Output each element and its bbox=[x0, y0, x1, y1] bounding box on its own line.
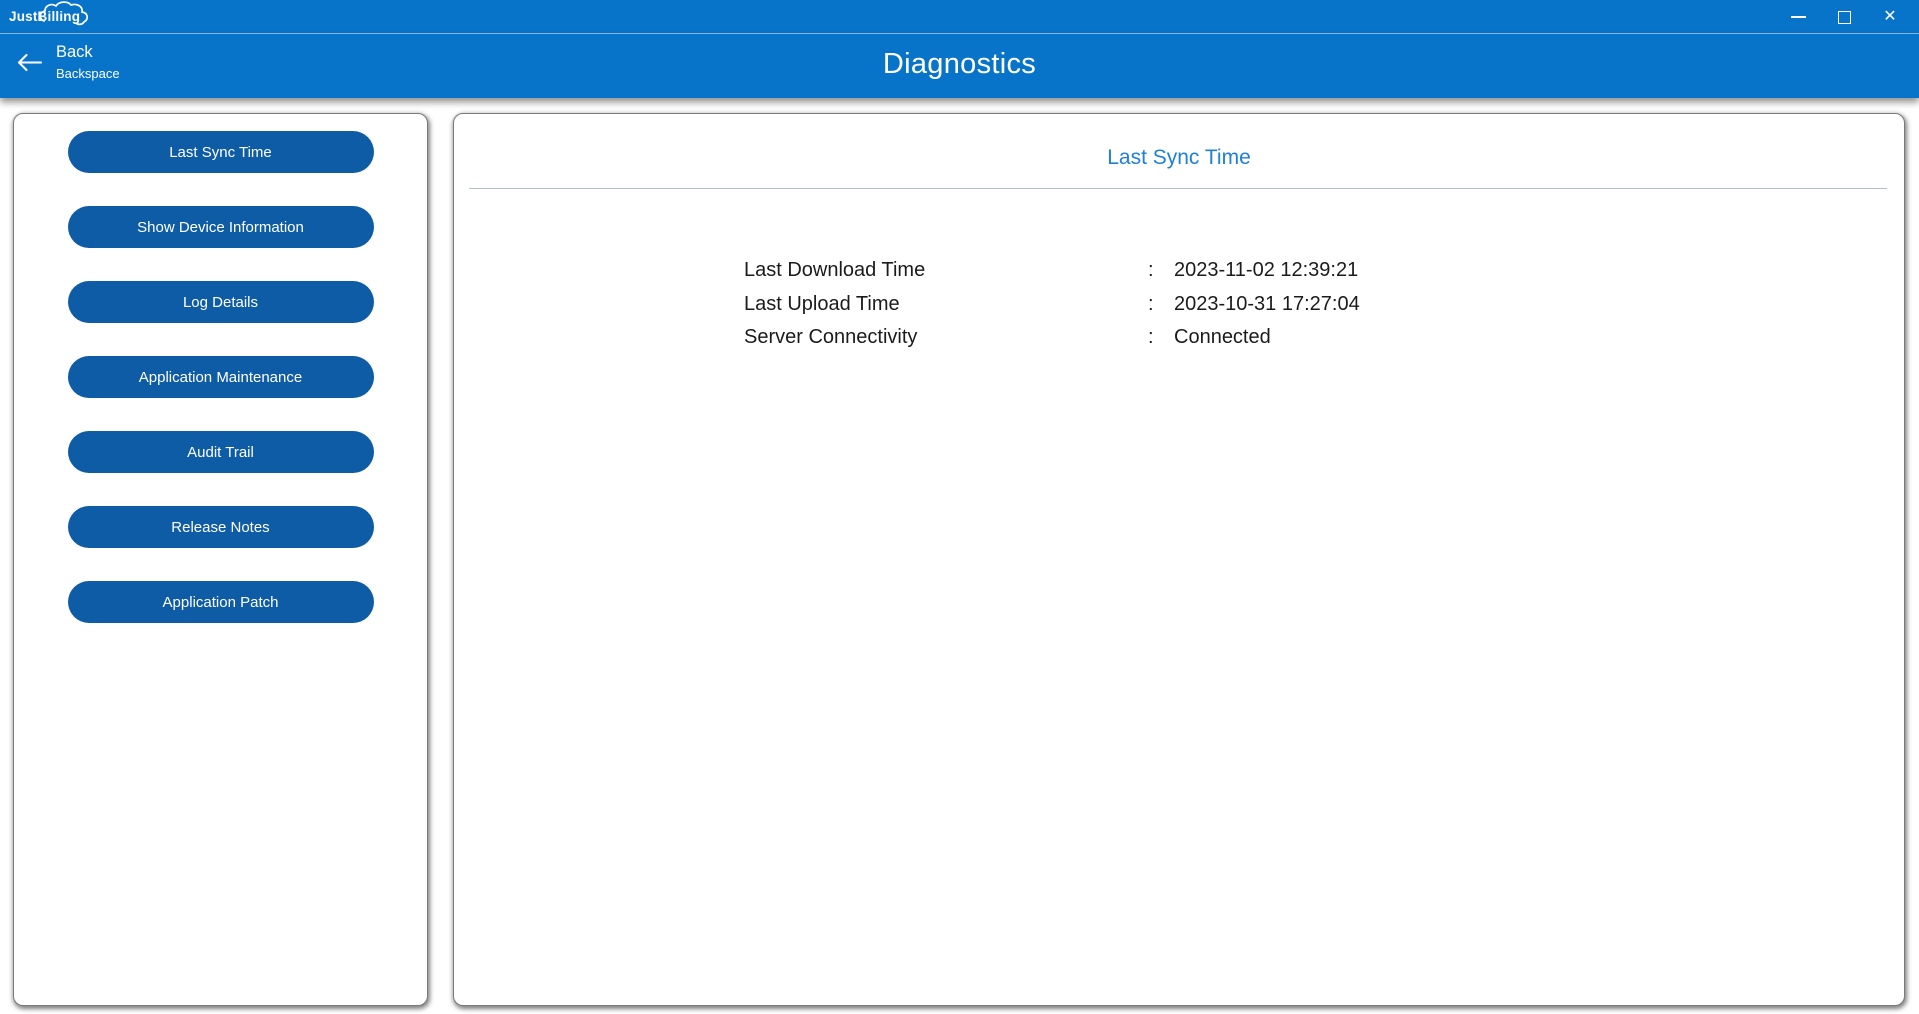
row-value: 2023-11-02 12:39:21 bbox=[1174, 259, 1358, 282]
window-controls: ✕ bbox=[1775, 0, 1913, 34]
close-icon: ✕ bbox=[1883, 9, 1896, 25]
row-label: Last Download Time bbox=[744, 259, 1148, 282]
close-button[interactable]: ✕ bbox=[1867, 0, 1913, 34]
maximize-button[interactable] bbox=[1821, 0, 1867, 34]
row-value: 2023-10-31 17:27:04 bbox=[1174, 293, 1360, 316]
divider bbox=[469, 188, 1887, 189]
minimize-button[interactable] bbox=[1775, 0, 1821, 34]
app-logo-text: JustBilling bbox=[9, 9, 80, 24]
sidebar-button-release-notes[interactable]: Release Notes bbox=[68, 506, 374, 548]
row-label: Server Connectivity bbox=[744, 326, 1148, 349]
title-bar: JustBilling ✕ bbox=[0, 0, 1919, 34]
page-header: Back Backspace Diagnostics bbox=[0, 34, 1919, 98]
info-row-last-download-time: Last Download Time : 2023-11-02 12:39:21 bbox=[744, 254, 1904, 288]
app-logo: JustBilling bbox=[9, 8, 80, 28]
row-value: Connected bbox=[1174, 326, 1271, 349]
info-row-last-upload-time: Last Upload Time : 2023-10-31 17:27:04 bbox=[744, 288, 1904, 322]
minimize-icon bbox=[1791, 16, 1806, 18]
sidebar-button-show-device-information[interactable]: Show Device Information bbox=[68, 206, 374, 248]
maximize-icon bbox=[1838, 11, 1851, 24]
sidebar-button-application-patch[interactable]: Application Patch bbox=[68, 581, 374, 623]
page-title: Diagnostics bbox=[0, 48, 1919, 81]
sidebar: Last Sync Time Show Device Information L… bbox=[13, 113, 428, 1006]
info-row-server-connectivity: Server Connectivity : Connected bbox=[744, 321, 1904, 355]
sync-info-list: Last Download Time : 2023-11-02 12:39:21… bbox=[744, 254, 1904, 355]
row-separator: : bbox=[1148, 259, 1174, 282]
row-separator: : bbox=[1148, 326, 1174, 349]
sidebar-button-application-maintenance[interactable]: Application Maintenance bbox=[68, 356, 374, 398]
sidebar-button-log-details[interactable]: Log Details bbox=[68, 281, 374, 323]
main-panel: Last Sync Time Last Download Time : 2023… bbox=[453, 113, 1905, 1006]
sidebar-button-audit-trail[interactable]: Audit Trail bbox=[68, 431, 374, 473]
row-label: Last Upload Time bbox=[744, 293, 1148, 316]
sidebar-button-last-sync-time[interactable]: Last Sync Time bbox=[68, 131, 374, 173]
row-separator: : bbox=[1148, 293, 1174, 316]
panel-title: Last Sync Time bbox=[454, 144, 1904, 172]
